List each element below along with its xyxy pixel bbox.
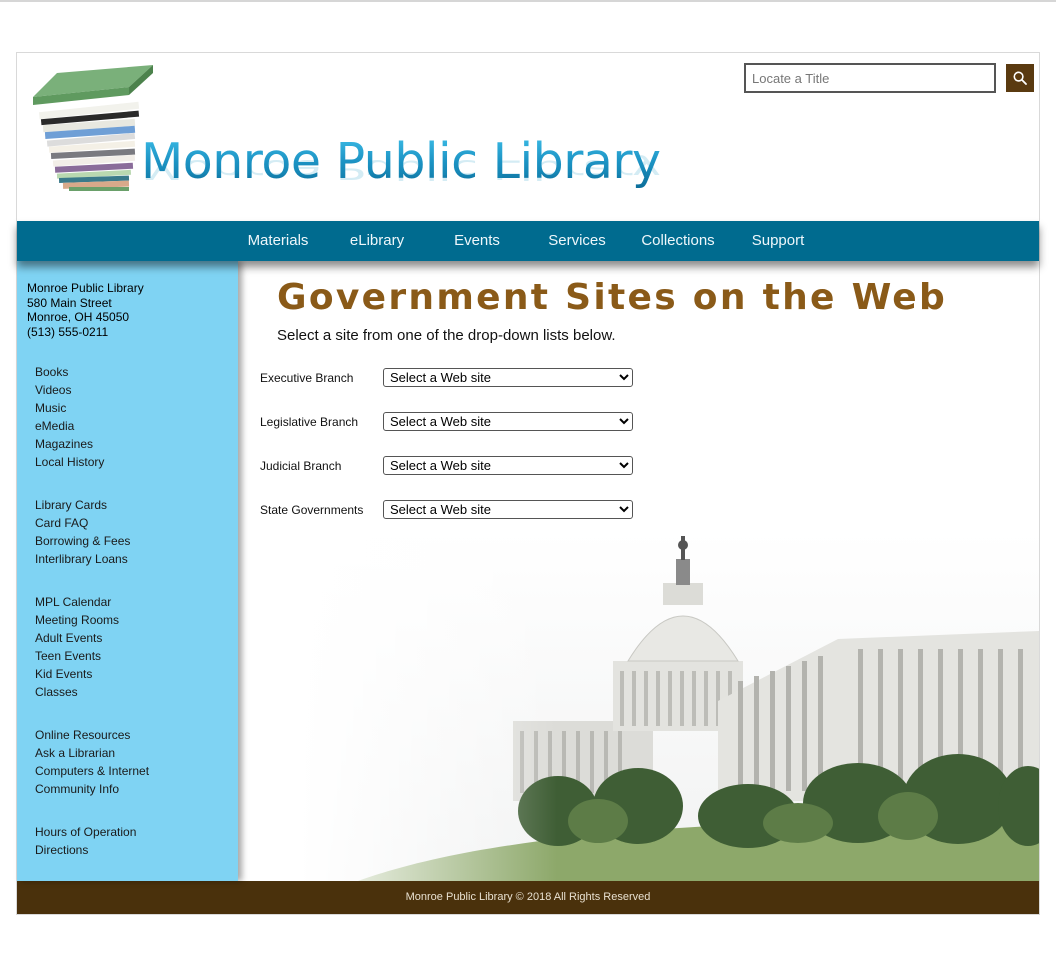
judicial-branch-select[interactable]: Select a Web site [383,456,633,475]
footer-copyright: Monroe Public Library © 2018 All Rights … [405,891,651,903]
sidebar: Monroe Public Library 580 Main Street Mo… [17,261,238,881]
sidebar-item-music[interactable]: Music [35,399,104,417]
address-name: Monroe Public Library [27,281,144,295]
address-street: 580 Main Street [27,295,112,310]
sidebar-item-ask-a-librarian[interactable]: Ask a Librarian [35,744,149,762]
search-icon [1013,71,1027,85]
sidebar-group-events: MPL Calendar Meeting Rooms Adult Events … [35,593,119,701]
nav-item-collections[interactable]: Collections [638,221,718,261]
nav-item-materials[interactable]: Materials [239,221,317,261]
library-address: Monroe Public Library 580 Main Street Mo… [27,281,144,339]
judicial-branch-label: Judicial Branch [260,459,342,473]
legislative-branch-select[interactable]: Select a Web site [383,412,633,431]
page-title: Government Sites on the Web [277,277,948,318]
search-button[interactable] [1006,64,1034,92]
page-container: Monroe Public Library Monroe Public Libr… [16,52,1040,915]
sidebar-item-card-faq[interactable]: Card FAQ [35,514,130,532]
sidebar-item-books[interactable]: Books [35,363,104,381]
sidebar-item-borrowing-fees[interactable]: Borrowing & Fees [35,532,130,550]
sidebar-item-kid-events[interactable]: Kid Events [35,665,119,683]
state-governments-label: State Governments [260,503,364,517]
site-header: Monroe Public Library Monroe Public Libr… [17,53,1039,221]
sidebar-item-adult-events[interactable]: Adult Events [35,629,119,647]
address-city: Monroe, OH 45050 [27,310,130,325]
sidebar-group-services: Online Resources Ask a Librarian Compute… [35,726,149,798]
sidebar-item-emedia[interactable]: eMedia [35,417,104,435]
page-subtitle: Select a site from one of the drop-down … [277,327,616,344]
sidebar-item-videos[interactable]: Videos [35,381,104,399]
executive-branch-select[interactable]: Select a Web site [383,368,633,387]
legislative-branch-label: Legislative Branch [260,415,359,429]
sidebar-item-classes[interactable]: Classes [35,683,119,701]
top-divider [0,0,1056,2]
sidebar-item-teen-events[interactable]: Teen Events [35,647,119,665]
sidebar-item-local-history[interactable]: Local History [35,453,104,471]
main-content: Government Sites on the Web Select a sit… [238,261,1039,881]
search-input[interactable] [744,63,996,93]
sidebar-group-cards: Library Cards Card FAQ Borrowing & Fees … [35,496,130,568]
nav-item-elibrary[interactable]: eLibrary [338,221,416,261]
sidebar-item-hours[interactable]: Hours of Operation [35,823,136,841]
sidebar-item-directions[interactable]: Directions [35,841,136,859]
state-governments-select[interactable]: Select a Web site [383,500,633,519]
sidebar-item-interlibrary-loans[interactable]: Interlibrary Loans [35,550,130,568]
capitol-building-image [298,531,1039,881]
site-footer: Monroe Public Library © 2018 All Rights … [17,881,1039,914]
main-nav: Materials eLibrary Events Services Colle… [17,221,1039,261]
sidebar-item-mpl-calendar[interactable]: MPL Calendar [35,593,119,611]
sidebar-item-library-cards[interactable]: Library Cards [35,496,130,514]
executive-branch-label: Executive Branch [260,371,354,385]
sidebar-item-magazines[interactable]: Magazines [35,435,104,453]
book-stack-icon [33,65,153,191]
site-title-reflection: Monroe Public Library [141,153,661,185]
sidebar-item-meeting-rooms[interactable]: Meeting Rooms [35,611,119,629]
nav-item-services[interactable]: Services [538,221,616,261]
nav-item-events[interactable]: Events [438,221,516,261]
sidebar-group-materials: Books Videos Music eMedia Magazines Loca… [35,363,104,471]
sidebar-item-community-info[interactable]: Community Info [35,780,149,798]
address-phone: (513) 555-0211 [27,324,109,339]
sidebar-item-computers-internet[interactable]: Computers & Internet [35,762,149,780]
sidebar-item-online-resources[interactable]: Online Resources [35,726,149,744]
nav-item-support[interactable]: Support [739,221,817,261]
sidebar-group-visit: Hours of Operation Directions [35,823,136,859]
